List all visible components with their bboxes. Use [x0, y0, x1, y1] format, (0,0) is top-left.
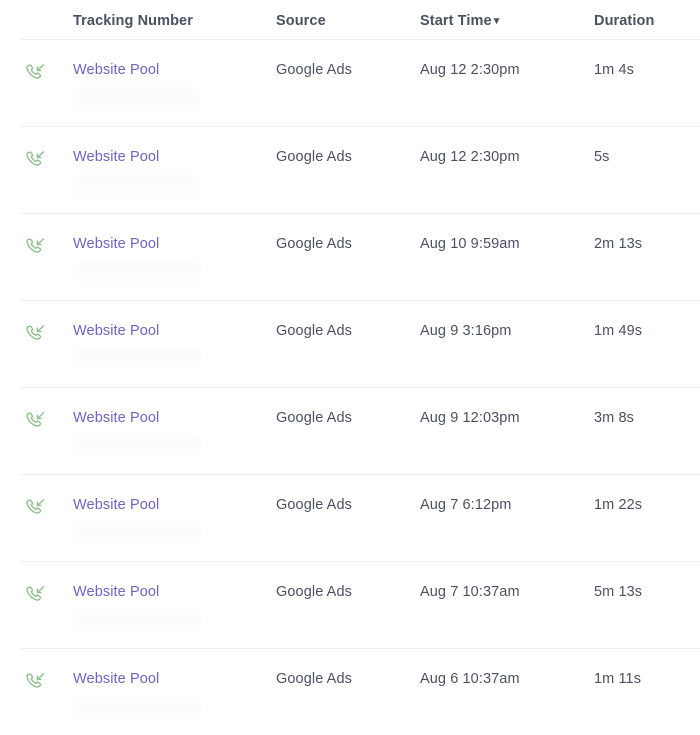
tracking-number-cell: Website Pool	[73, 497, 159, 513]
tracking-number-cell: Website Pool	[73, 62, 159, 78]
incoming-call-icon	[24, 410, 46, 432]
start-time-cell: Aug 9 3:16pm	[420, 323, 512, 339]
duration-cell: 1m 11s	[594, 671, 642, 687]
duration-cell: 3m 8s	[594, 410, 634, 426]
call-log-table: Tracking Number Source Start Time▼ Durat…	[0, 0, 700, 735]
column-header-tracking-number-label: Tracking Number	[73, 13, 193, 29]
duration-cell: 5s	[594, 149, 610, 165]
table-body: Website Pool Google Ads Aug 12 2:30pm 1m 4s…	[0, 39, 700, 735]
source-cell: Google Ads	[276, 62, 352, 78]
tracking-number-link[interactable]: Website Pool	[73, 62, 159, 78]
table-row[interactable]: Website Pool Google Ads Aug 9 12:03pm 3m 8s	[20, 387, 700, 474]
source-cell: Google Ads	[276, 584, 352, 600]
source-cell: Google Ads	[276, 497, 352, 513]
column-header-tracking-number[interactable]: Tracking Number	[73, 13, 193, 29]
source-cell: Google Ads	[276, 236, 352, 252]
redacted-phone-number	[73, 608, 201, 634]
tracking-number-link[interactable]: Website Pool	[73, 149, 159, 165]
column-header-duration[interactable]: Duration	[594, 13, 654, 29]
redacted-phone-number	[73, 86, 201, 112]
start-time-cell: Aug 7 10:37am	[420, 584, 520, 600]
duration-cell: 1m 4s	[594, 62, 634, 78]
column-header-start-time-label: Start Time	[420, 13, 492, 29]
column-header-source-label: Source	[276, 13, 326, 29]
tracking-number-link[interactable]: Website Pool	[73, 497, 159, 513]
incoming-call-icon	[24, 236, 46, 258]
tracking-number-cell: Website Pool	[73, 584, 159, 600]
table-row[interactable]: Website Pool Google Ads Aug 12 2:30pm 1m 4s	[20, 39, 700, 126]
table-header-row: Tracking Number Source Start Time▼ Durat…	[0, 0, 700, 39]
redacted-phone-number	[73, 260, 201, 286]
tracking-number-link[interactable]: Website Pool	[73, 236, 159, 252]
column-header-start-time[interactable]: Start Time▼	[420, 13, 502, 29]
duration-cell: 1m 49s	[594, 323, 643, 339]
tracking-number-cell: Website Pool	[73, 149, 159, 165]
start-time-cell: Aug 12 2:30pm	[420, 62, 520, 78]
call-direction-cell	[24, 497, 46, 519]
table-row[interactable]: Website Pool Google Ads Aug 10 9:59am 2m 13…	[20, 213, 700, 300]
duration-cell: 2m 13s	[594, 236, 643, 252]
call-direction-cell	[24, 149, 46, 171]
sort-descending-caret-icon[interactable]: ▼	[492, 17, 502, 27]
table-row[interactable]: Website Pool Google Ads Aug 7 10:37am 5m 13…	[20, 561, 700, 648]
table-row[interactable]: Website Pool Google Ads Aug 9 3:16pm 1m 49s	[20, 300, 700, 387]
redacted-phone-number	[73, 173, 201, 199]
call-direction-cell	[24, 62, 46, 84]
tracking-number-cell: Website Pool	[73, 323, 159, 339]
incoming-call-icon	[24, 149, 46, 171]
column-header-source[interactable]: Source	[276, 13, 326, 29]
incoming-call-icon	[24, 584, 46, 606]
tracking-number-cell: Website Pool	[73, 236, 159, 252]
redacted-phone-number	[73, 434, 201, 460]
source-cell: Google Ads	[276, 149, 352, 165]
tracking-number-cell: Website Pool	[73, 410, 159, 426]
start-time-cell: Aug 9 12:03pm	[420, 410, 520, 426]
incoming-call-icon	[24, 497, 46, 519]
start-time-cell: Aug 10 9:59am	[420, 236, 520, 252]
tracking-number-link[interactable]: Website Pool	[73, 323, 159, 339]
redacted-phone-number	[73, 521, 201, 547]
table-row[interactable]: Website Pool Google Ads Aug 7 6:12pm 1m 22s	[20, 474, 700, 561]
column-header-duration-label: Duration	[594, 13, 655, 29]
tracking-number-link[interactable]: Website Pool	[73, 410, 159, 426]
table-row[interactable]: Website Pool Google Ads Aug 12 2:30pm 5s	[20, 126, 700, 213]
call-direction-cell	[24, 410, 46, 432]
incoming-call-icon	[24, 671, 46, 693]
incoming-call-icon	[24, 323, 46, 345]
start-time-cell: Aug 12 2:30pm	[420, 149, 520, 165]
start-time-cell: Aug 6 10:37am	[420, 671, 520, 687]
source-cell: Google Ads	[276, 323, 352, 339]
duration-cell: 5m 13s	[594, 584, 643, 600]
call-direction-cell	[24, 236, 46, 258]
source-cell: Google Ads	[276, 671, 352, 687]
source-cell: Google Ads	[276, 410, 352, 426]
call-direction-cell	[24, 584, 46, 606]
incoming-call-icon	[24, 62, 46, 84]
table-row[interactable]: Website Pool Google Ads Aug 6 10:37am 1m 11…	[20, 648, 700, 735]
call-direction-cell	[24, 323, 46, 345]
start-time-cell: Aug 7 6:12pm	[420, 497, 512, 513]
call-direction-cell	[24, 671, 46, 693]
redacted-phone-number	[73, 695, 201, 721]
duration-cell: 1m 22s	[594, 497, 643, 513]
tracking-number-link[interactable]: Website Pool	[73, 671, 159, 687]
tracking-number-cell: Website Pool	[73, 671, 159, 687]
redacted-phone-number	[73, 347, 201, 373]
tracking-number-link[interactable]: Website Pool	[73, 584, 159, 600]
